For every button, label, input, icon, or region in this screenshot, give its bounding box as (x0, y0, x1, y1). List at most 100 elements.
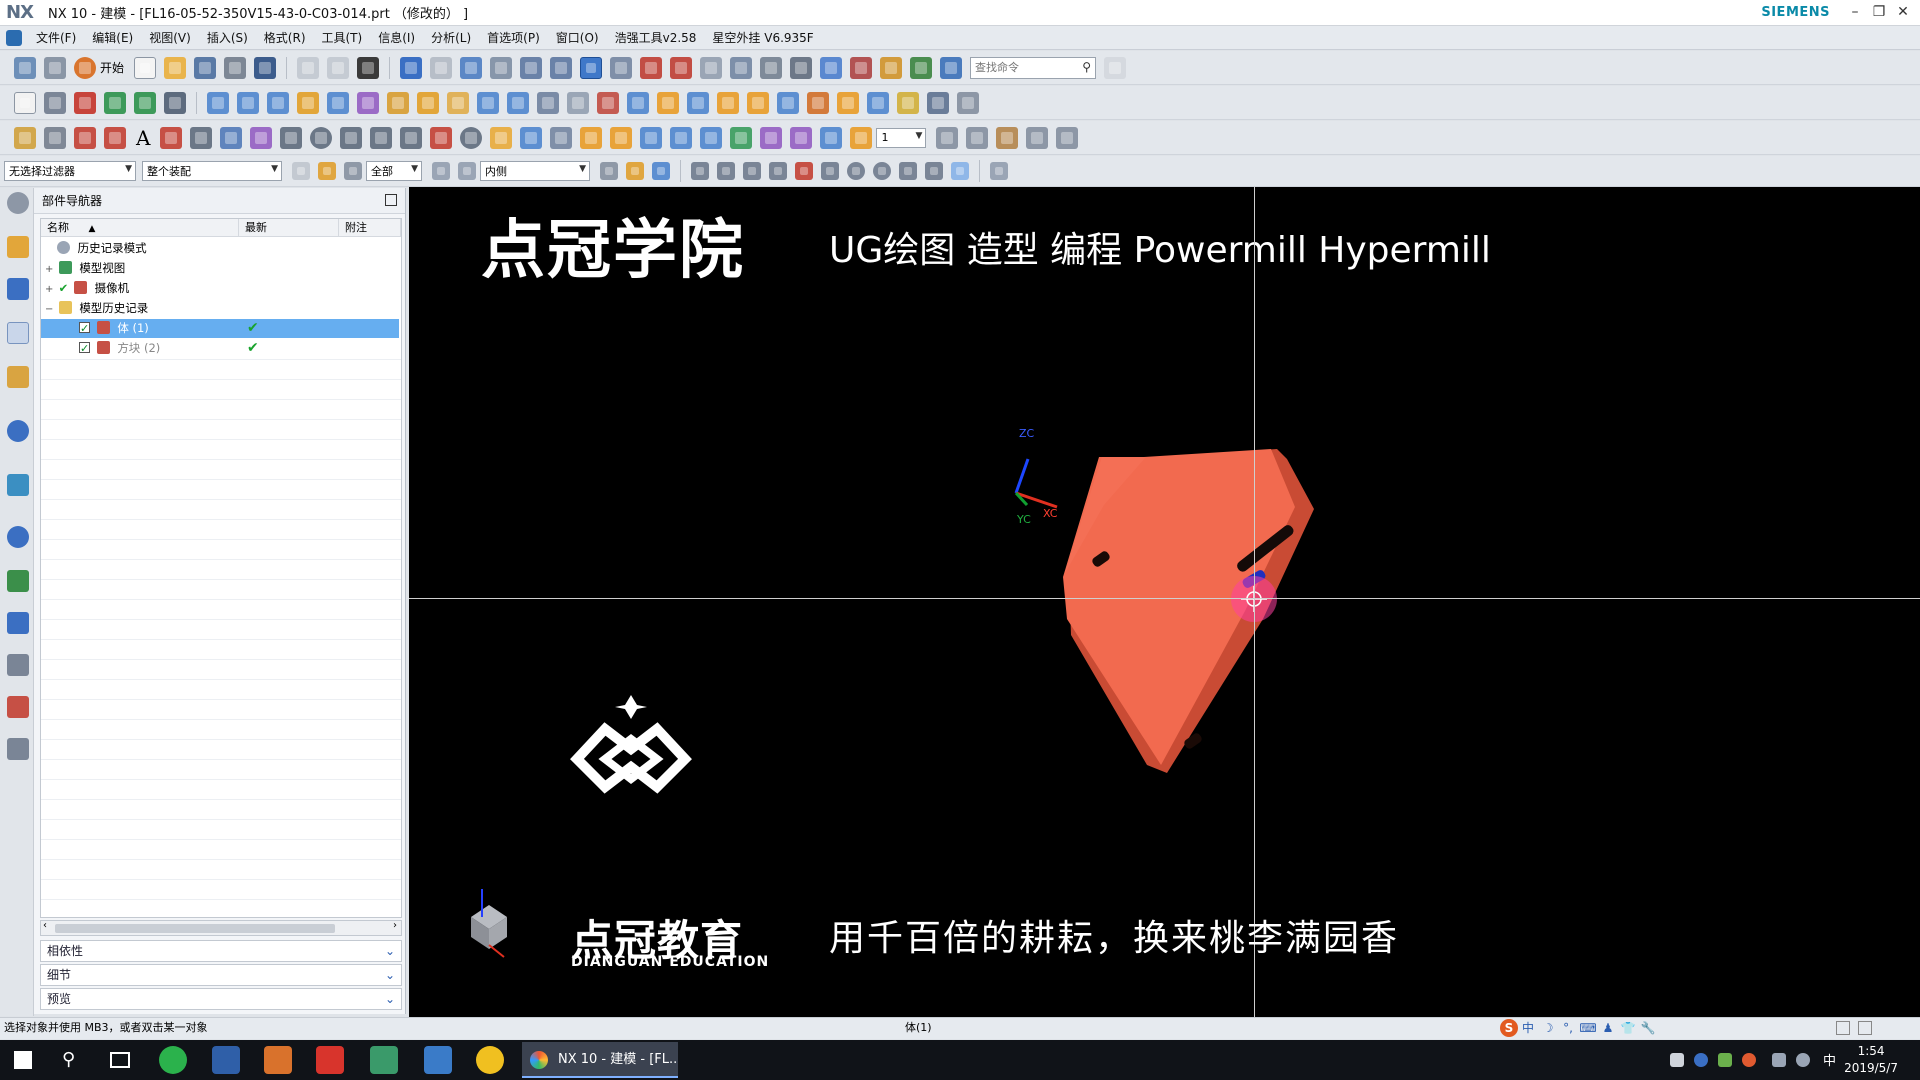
hd3d-tools-icon[interactable] (7, 420, 29, 442)
search-icon[interactable]: ⚲ (1082, 60, 1091, 74)
sketch-icon[interactable] (14, 91, 36, 114)
settings-icon[interactable] (14, 56, 36, 79)
delete-icon[interactable] (357, 56, 380, 79)
snap-endpoint-icon[interactable] (691, 162, 709, 180)
browser-app-icon[interactable] (159, 1046, 187, 1074)
tree-row-model-history[interactable]: − 模型历史记录 (41, 299, 401, 318)
rectangle-mode-select[interactable]: 内侧 ▼ (480, 161, 590, 181)
part-navigator-icon[interactable] (7, 322, 29, 344)
ruled-surface-icon[interactable] (550, 126, 573, 149)
keyboard-icon[interactable]: ⌨ (1578, 1018, 1598, 1038)
tray-app-icon[interactable] (1694, 1053, 1708, 1067)
expand-icon[interactable]: + (45, 280, 55, 299)
hole-icon[interactable] (134, 91, 156, 114)
wireframe-view-icon[interactable] (626, 162, 644, 180)
horizontal-scrollbar[interactable]: ‹ › (40, 920, 402, 936)
ime-indicator[interactable]: 中 (1823, 1050, 1836, 1069)
web-browser-icon[interactable] (7, 474, 29, 496)
windows-start-icon[interactable] (14, 1051, 32, 1069)
sphere-icon[interactable] (297, 91, 319, 114)
status-fullscreen-icon[interactable] (1858, 1021, 1872, 1035)
cone-icon[interactable] (267, 91, 289, 114)
restore-icon[interactable]: ❐ (1868, 2, 1890, 22)
menu-analysis[interactable]: 分析(L) (423, 29, 479, 46)
rotate-wcs-icon[interactable] (640, 56, 663, 79)
mirror-feature-icon[interactable] (687, 91, 709, 114)
sogou-ime-icon[interactable]: S (1500, 1019, 1518, 1037)
tree-row-cameras[interactable]: + ✔ 摄像机 (41, 279, 401, 298)
snap-perpendicular-icon[interactable] (821, 162, 839, 180)
maximize-icon[interactable] (385, 194, 397, 206)
studio-surface-icon[interactable] (670, 126, 693, 149)
face-blend-icon[interactable] (790, 126, 813, 149)
csys-to-wcs-icon[interactable] (700, 56, 723, 79)
history-icon[interactable] (7, 526, 29, 548)
orient-icon[interactable] (550, 56, 573, 79)
minimize-icon[interactable]: – (1844, 2, 1866, 22)
shaded-edges-icon[interactable] (790, 56, 813, 79)
process-studio-icon[interactable] (7, 612, 29, 634)
snap-on-curve-icon[interactable] (925, 162, 943, 180)
new-file-icon[interactable] (134, 56, 157, 79)
wcs-to-view-icon[interactable] (670, 56, 693, 79)
text-tool-icon[interactable]: A (136, 126, 150, 150)
trim-body-icon[interactable] (567, 91, 589, 114)
app-green-icon[interactable] (370, 1046, 398, 1074)
app-film-icon[interactable] (424, 1046, 452, 1074)
roles-icon[interactable] (7, 696, 29, 718)
circle-icon[interactable] (310, 126, 333, 149)
layer-tools-icon[interactable] (1056, 126, 1079, 149)
manufacturing-wizard-icon[interactable] (7, 654, 29, 676)
app-orange-icon[interactable] (264, 1046, 292, 1074)
swept-icon[interactable] (610, 126, 633, 149)
tray-nvidia-icon[interactable] (1718, 1053, 1732, 1067)
menu-file[interactable]: 文件(F) (28, 29, 84, 46)
tree-row-block-2[interactable]: 方块 (2) ✔ (41, 339, 401, 358)
work-layer-select[interactable]: 1 ▼ (876, 127, 927, 148)
more-features-icon[interactable] (957, 91, 979, 114)
menu-preferences[interactable]: 首选项(P) (479, 29, 548, 46)
project-curve-icon[interactable] (220, 126, 243, 149)
menu-edit[interactable]: 编辑(E) (84, 29, 141, 46)
replace-face-icon[interactable] (747, 91, 769, 114)
gear-icon[interactable] (7, 192, 29, 214)
menu-tools[interactable]: 工具(T) (314, 29, 371, 46)
scroll-right-icon[interactable]: › (393, 920, 397, 931)
collapse-icon[interactable]: − (45, 300, 55, 319)
layer-settings-icon[interactable] (850, 126, 873, 149)
snap-midpoint-icon[interactable] (717, 162, 735, 180)
menu-xingkong-plugin[interactable]: 星空外挂 V6.935F (704, 29, 821, 46)
surface-icon[interactable] (520, 126, 543, 149)
select-all-icon[interactable] (292, 162, 310, 180)
panel-preview[interactable]: 预览 ⌄ (40, 988, 402, 1010)
edge-blend-icon[interactable] (447, 91, 469, 114)
measure-distance-icon[interactable] (880, 56, 903, 79)
thicken-icon[interactable] (837, 91, 859, 114)
clock[interactable]: 1:54 2019/5/7 (1844, 1043, 1898, 1077)
datum-csys-icon[interactable] (520, 56, 543, 79)
copy-icon[interactable] (297, 56, 320, 79)
search-icon[interactable]: ⚲ (62, 1049, 75, 1070)
fillet-curve-icon[interactable] (430, 126, 453, 149)
spline-icon[interactable] (340, 126, 363, 149)
bridge-curve-icon[interactable] (250, 126, 273, 149)
recent-parts-icon[interactable] (194, 56, 217, 79)
select-icon[interactable] (760, 56, 783, 79)
n-sided-surface-icon[interactable] (640, 126, 663, 149)
search-options-icon[interactable] (1104, 56, 1127, 79)
menu-haoqiang-tools[interactable]: 浩强工具v2.58 (607, 29, 705, 46)
assembly-navigator-icon[interactable] (7, 236, 29, 258)
tree-row-body-1[interactable]: 体 (1) ✔ (41, 319, 401, 338)
tray-qq-icon[interactable] (1742, 1053, 1756, 1067)
extend-sheet-icon[interactable] (730, 126, 753, 149)
part-tools-icon[interactable] (224, 56, 247, 79)
move-face-icon[interactable] (777, 91, 799, 114)
menu-view[interactable]: 视图(V) (141, 29, 199, 46)
snap-intersection-icon[interactable] (769, 162, 787, 180)
tree-row-model-views[interactable]: + 模型视图 (41, 259, 401, 278)
window-layout-icon[interactable] (44, 56, 66, 79)
app-menu-icon[interactable] (6, 29, 22, 46)
shell-icon[interactable] (507, 91, 529, 114)
column-name[interactable]: 名称 ▲ (41, 219, 239, 237)
taskbar-nx-window[interactable]: NX 10 - 建模 - [FL... (522, 1042, 678, 1078)
